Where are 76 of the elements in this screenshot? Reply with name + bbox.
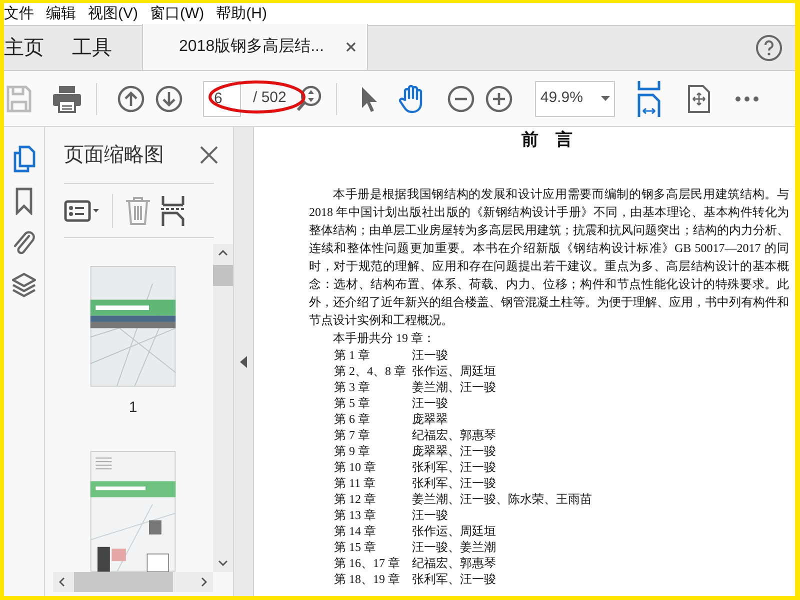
chapter-authors: 张作运、周廷垣 (412, 362, 497, 378)
full-screen-page-icon[interactable] (687, 84, 712, 114)
zoom-page-icon[interactable] (296, 84, 322, 112)
help-icon[interactable] (755, 34, 783, 62)
tab-title: 2018版钢多高层结... (179, 36, 324, 57)
chapter-number: 第 14 章 (334, 522, 377, 538)
chapter-number: 第 18、19 章 (334, 570, 401, 586)
bookmark-icon[interactable] (15, 187, 33, 215)
menu-item[interactable]: 编辑 (40, 3, 82, 26)
chapter-number: 第 7 章 (334, 426, 371, 442)
zoom-value: 49.9% (540, 88, 583, 108)
arrow-up-circle-icon[interactable] (117, 84, 145, 112)
options-list-icon[interactable] (64, 200, 100, 222)
chapter-authors: 庞翠翠 (412, 410, 449, 426)
nav-tab[interactable]: 主页 (4, 26, 58, 70)
chapter-intro: 本手册共分 19 章： (332, 330, 436, 346)
menu-item[interactable]: 窗口(W) (144, 3, 210, 26)
chapter-authors: 姜兰潮、汪一骏 (412, 378, 497, 394)
chevron-up-icon[interactable] (218, 250, 228, 256)
chapter-authors: 张利军、汪一骏 (412, 474, 497, 490)
chapter-number: 第 6 章 (334, 410, 371, 426)
horizontal-scrollbar[interactable] (53, 572, 213, 592)
chapter-number: 第 15 章 (334, 538, 377, 554)
chapter-number: 第 5 章 (334, 394, 371, 410)
chevron-left-icon[interactable] (59, 577, 65, 587)
panel-title: 页面缩略图 (64, 143, 164, 168)
body-paragraph: 本手册是根据我国钢结构的发展和设计应用需要而编制的钢多高层民用建筑结构。与 2018 年中国计划出版社出版的《新钢结构设计手册》不同，由基本理论、基本构件转化为整体结构；由单层工业房屋转为多高层民用建筑；抗震和抗风问题突出；结构的内力分析、连续和整体性问题更加重要。本书在介绍新版《钢结构设计标准》GB 50017—2017 的同时，对于规范的理解、应用和存在问题提出若干建议。重点为多、高层结构设计的基本概念：选材、结构布置、体系、荷载、内力、位移；构件和节点性能化设计的特殊要求。此外，还介绍了近年新兴的组合楼盖、钢管混凝土柱等。为便于理解、应用，书中列有构件和节点设计实例和工程概况。 (309, 186, 789, 328)
document-tab[interactable]: 2018版钢多高层结... (142, 24, 368, 70)
zoom-in-icon[interactable] (485, 84, 514, 112)
menu-item[interactable]: 文件 (4, 3, 40, 26)
menu-item[interactable]: 帮助(H) (210, 3, 273, 26)
pages-icon[interactable] (12, 145, 36, 173)
paperclip-icon[interactable] (12, 229, 36, 257)
menu-item[interactable]: 视图(V) (82, 3, 144, 26)
chapter-authors: 汪一骏 (412, 506, 449, 522)
print-icon[interactable] (52, 84, 82, 112)
page-count: / 502 (253, 88, 286, 108)
scrollbar-thumb[interactable] (74, 572, 173, 592)
layers-icon[interactable] (11, 271, 37, 299)
pointer-icon[interactable] (359, 84, 380, 112)
chapter-number: 第 12 章 (334, 490, 377, 506)
collapse-panel-icon[interactable] (240, 356, 247, 368)
chapter-number: 第 16、17 章 (334, 554, 401, 570)
chapter-number: 第 11 章 (334, 474, 377, 490)
insert-page-icon[interactable] (161, 196, 185, 226)
chapter-number: 第 10 章 (334, 458, 377, 474)
caret-down-icon (601, 96, 610, 101)
fit-width-icon[interactable] (637, 80, 662, 116)
chapter-number: 第 13 章 (334, 506, 377, 522)
chapter-authors: 庞翠翠、汪一骏 (412, 442, 497, 458)
chapter-number: 第 1 章 (334, 346, 371, 362)
chapter-authors: 汪一骏 (412, 394, 449, 410)
chapter-authors: 姜兰潮、汪一骏、陈水荣、王雨苗 (412, 490, 593, 506)
zoom-dropdown[interactable]: 49.9% (535, 80, 616, 116)
chapter-authors: 张作运、周廷垣 (412, 522, 497, 538)
arrow-down-circle-icon[interactable] (155, 84, 183, 112)
chapter-authors: 纪福宏、郭惠琴 (412, 554, 497, 570)
chevron-right-icon[interactable] (201, 577, 207, 587)
chapter-authors: 张利军、汪一骏 (412, 570, 497, 586)
chapter-number: 第 2、4、8 章 (334, 362, 407, 378)
chapter-authors: 汪一骏 (412, 346, 449, 362)
chapter-authors: 纪福宏、郭惠琴 (412, 426, 497, 442)
chevron-down-icon[interactable] (218, 560, 228, 566)
close-icon[interactable] (346, 42, 356, 52)
scrollbar-thumb[interactable] (213, 265, 233, 286)
vertical-scrollbar[interactable] (213, 244, 233, 572)
page-heading: 前 言 (520, 129, 574, 151)
page-number-label: 1 (128, 398, 138, 418)
chapter-number: 第 9 章 (334, 442, 371, 458)
zoom-out-icon[interactable] (447, 84, 476, 112)
chapter-authors: 张利军、汪一骏 (412, 458, 497, 474)
more-options-icon[interactable] (735, 96, 760, 102)
nav-tab[interactable]: 工具 (58, 26, 126, 70)
chapter-number: 第 3 章 (334, 378, 371, 394)
close-icon[interactable] (199, 145, 219, 165)
chapter-authors: 汪一骏、姜兰潮 (412, 538, 497, 554)
